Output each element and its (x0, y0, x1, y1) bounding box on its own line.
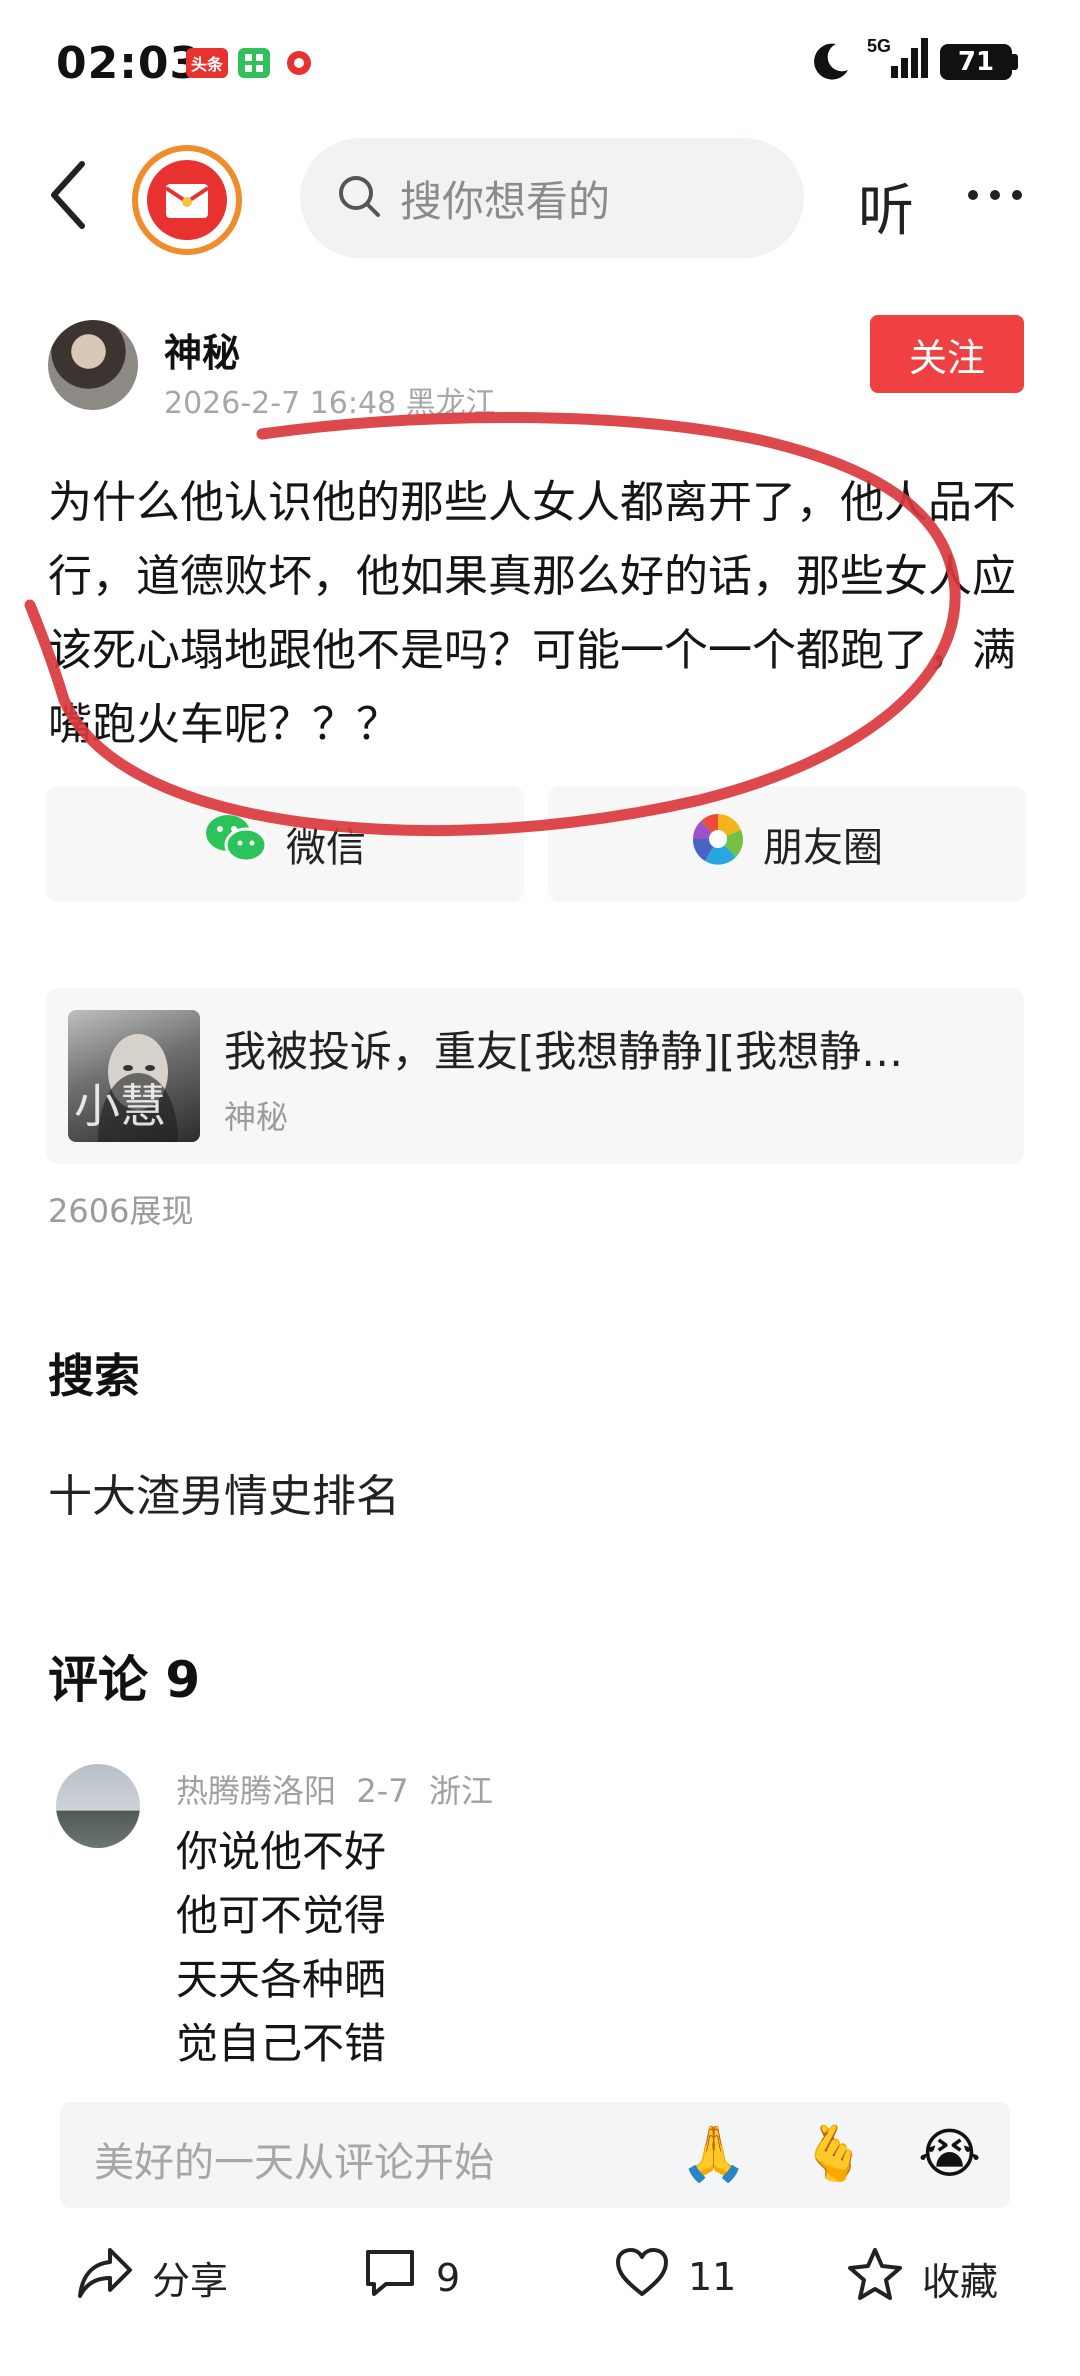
linked-post-card[interactable]: 小慧 我被投诉，重友[我想静静][我想静… 神秘 (46, 988, 1024, 1164)
annotation-scribble (24, 411, 961, 837)
like-count: 11 (688, 2254, 737, 2299)
wechat-icon (204, 811, 268, 877)
red-app-icon (284, 48, 314, 78)
comment-icon (362, 2246, 418, 2309)
more-options-icon[interactable] (968, 190, 1022, 200)
comment-meta: 热腾腾洛阳 2-7 浙江 (176, 1772, 493, 1810)
linked-post-title: 我被投诉，重友[我想静静][我想静… (224, 1027, 904, 1076)
post-timestamp-location: 2026-2-7 16:48 黑龙江 (164, 386, 496, 421)
share-button[interactable]: 分享 (76, 2246, 228, 2309)
comment-line: 觉自己不错 (176, 2019, 387, 2068)
share-wechat-button[interactable]: 微信 (46, 786, 524, 902)
search-suggestion[interactable]: 十大渣男情史排名 (48, 1460, 400, 1524)
moments-icon (691, 812, 745, 876)
signal-icon: 5G (865, 32, 929, 90)
search-section-heading: 搜索 (48, 1349, 140, 1403)
back-icon[interactable] (48, 160, 88, 234)
finger-heart-emoji-icon[interactable]: 🫰 (800, 2122, 867, 2186)
share-icon (76, 2246, 134, 2309)
comment-button[interactable]: 9 (362, 2246, 460, 2309)
comment-body: 你说他不好 他可不觉得 天天各种晒 觉自己不错 (176, 1820, 386, 2076)
like-button[interactable]: 11 (614, 2246, 736, 2307)
star-icon (846, 2246, 904, 2311)
thumbnail-caption: 小慧 (74, 1079, 166, 1133)
red-envelope-icon (147, 160, 227, 240)
status-time: 02:03 (56, 38, 202, 89)
commenter-avatar[interactable] (56, 1764, 140, 1848)
comment-count: 9 (436, 2255, 461, 2300)
battery-tip (1012, 54, 1018, 70)
comment-line: 他可不觉得 (176, 1891, 387, 1940)
comment-placeholder: 美好的一天从评论开始 (94, 2140, 494, 2186)
listen-button[interactable]: 听 (858, 166, 914, 247)
green-app-icon (238, 48, 270, 78)
follow-button[interactable]: 关注 (870, 315, 1024, 393)
linked-post-author: 神秘 (224, 1098, 289, 1136)
network-label: 5G (867, 36, 891, 56)
app-logo[interactable] (132, 145, 242, 255)
comment-input[interactable]: 美好的一天从评论开始 🙏 🫰 😭 (60, 2102, 1010, 2208)
author-avatar[interactable] (48, 320, 138, 410)
favorite-button[interactable]: 收藏 (846, 2246, 998, 2311)
favorite-label: 收藏 (922, 2260, 999, 2304)
share-moments-button[interactable]: 朋友圈 (548, 786, 1026, 902)
heart-icon (614, 2246, 670, 2307)
search-icon (336, 173, 382, 223)
search-input[interactable]: 搜你想看的 (300, 138, 804, 258)
comment-line: 天天各种晒 (176, 1955, 387, 2004)
comment-line: 你说他不好 (176, 1827, 387, 1876)
crying-emoji-icon[interactable]: 😭 (918, 2122, 981, 2185)
share-moments-label: 朋友圈 (763, 825, 883, 871)
moon-icon (808, 40, 852, 88)
linked-post-thumbnail: 小慧 (68, 1010, 200, 1142)
share-label: 分享 (152, 2259, 229, 2303)
pray-emoji-icon[interactable]: 🙏 (680, 2122, 747, 2186)
share-wechat-label: 微信 (286, 825, 366, 871)
battery-icon: 71 (940, 44, 1012, 80)
toutiao-app-icon: 头条 (186, 48, 228, 78)
comments-heading: 评论 9 (48, 1651, 201, 1709)
author-name[interactable]: 神秘 (164, 322, 240, 377)
search-placeholder: 搜你想看的 (400, 176, 611, 226)
view-count: 2606展现 (48, 1192, 194, 1230)
post-body: 为什么他认识他的那些人女人都离开了，他人品不行，道德败坏，他如果真那么好的话，那… (48, 477, 1016, 750)
